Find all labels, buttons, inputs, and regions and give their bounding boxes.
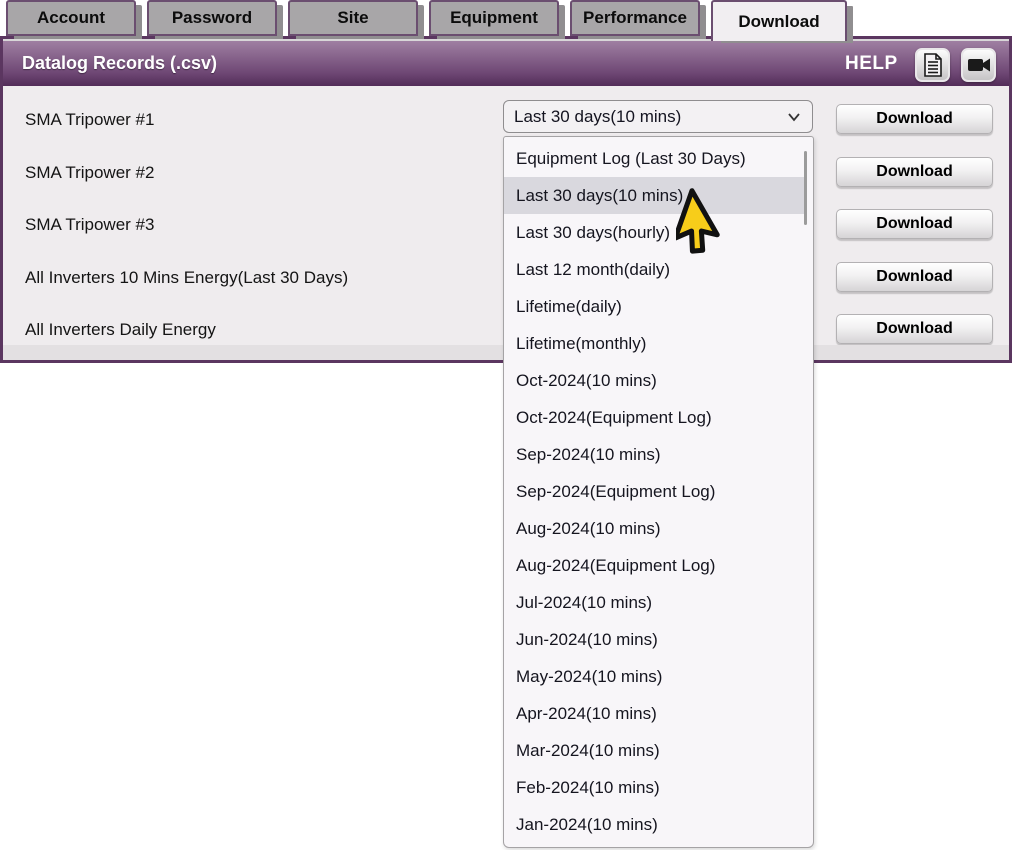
help-video-button[interactable]	[961, 48, 996, 82]
tab-performance[interactable]: Performance	[570, 0, 700, 36]
dropdown-option-6[interactable]: Lifetime(monthly)	[504, 325, 804, 362]
dropdown-option-11[interactable]: Aug-2024(10 mins)	[504, 510, 804, 547]
panel-header: Datalog Records (.csv) HELP	[3, 39, 1009, 86]
dropdown-option-5[interactable]: Lifetime(daily)	[504, 288, 804, 325]
period-select-value: Last 30 days(10 mins)	[514, 107, 681, 127]
download-button-row4[interactable]: Download	[836, 262, 993, 292]
download-button-row5[interactable]: Download	[836, 314, 993, 344]
dropdown-option-16[interactable]: Apr-2024(10 mins)	[504, 695, 804, 732]
dropdown-option-2[interactable]: Last 30 days(10 mins)	[504, 177, 804, 214]
dropdown-option-18[interactable]: Feb-2024(10 mins)	[504, 769, 804, 806]
row-label-4: All Inverters 10 Mins Energy(Last 30 Day…	[25, 268, 348, 288]
download-button-row2[interactable]: Download	[836, 157, 993, 187]
dropdown-option-15[interactable]: May-2024(10 mins)	[504, 658, 804, 695]
period-select-row1[interactable]: Last 30 days(10 mins)	[503, 100, 813, 133]
download-button-row3[interactable]: Download	[836, 209, 993, 239]
dropdown-option-3[interactable]: Last 30 days(hourly)	[504, 214, 804, 251]
video-camera-icon	[967, 56, 991, 74]
dropdown-option-1[interactable]: Equipment Log (Last 30 Days)	[504, 140, 804, 177]
row-label-2: SMA Tripower #2	[25, 163, 154, 183]
row-label-5: All Inverters Daily Energy	[25, 320, 216, 340]
dropdown-option-7[interactable]: Oct-2024(10 mins)	[504, 362, 804, 399]
dropdown-option-4[interactable]: Last 12 month(daily)	[504, 251, 804, 288]
tab-download[interactable]: Download	[711, 0, 847, 41]
dropdown-option-13[interactable]: Jul-2024(10 mins)	[504, 584, 804, 621]
tab-password[interactable]: Password	[147, 0, 277, 36]
dropdown-scrollbar[interactable]	[804, 151, 807, 225]
dropdown-option-14[interactable]: Jun-2024(10 mins)	[504, 621, 804, 658]
tab-site[interactable]: Site	[288, 0, 418, 36]
dropdown-option-10[interactable]: Sep-2024(Equipment Log)	[504, 473, 804, 510]
document-icon	[923, 53, 943, 77]
dropdown-option-9[interactable]: Sep-2024(10 mins)	[504, 436, 804, 473]
help-link[interactable]: HELP	[845, 53, 898, 75]
dropdown-option-17[interactable]: Mar-2024(10 mins)	[504, 732, 804, 769]
help-document-button[interactable]	[915, 48, 950, 82]
dropdown-option-8[interactable]: Oct-2024(Equipment Log)	[504, 399, 804, 436]
download-button-row1[interactable]: Download	[836, 104, 993, 134]
dropdown-option-12[interactable]: Aug-2024(Equipment Log)	[504, 547, 804, 584]
page-title: Datalog Records (.csv)	[3, 53, 217, 74]
period-dropdown-popup: Equipment Log (Last 30 Days)Last 30 days…	[503, 136, 814, 848]
tab-bar: Account Password Site Equipment Performance D…	[0, 0, 1012, 41]
tab-account[interactable]: Account	[6, 0, 136, 36]
row-label-1: SMA Tripower #1	[25, 110, 154, 130]
row-label-3: SMA Tripower #3	[25, 215, 154, 235]
chevron-down-icon	[787, 111, 801, 123]
tab-equipment[interactable]: Equipment	[429, 0, 559, 36]
dropdown-option-19[interactable]: Jan-2024(10 mins)	[504, 806, 804, 843]
